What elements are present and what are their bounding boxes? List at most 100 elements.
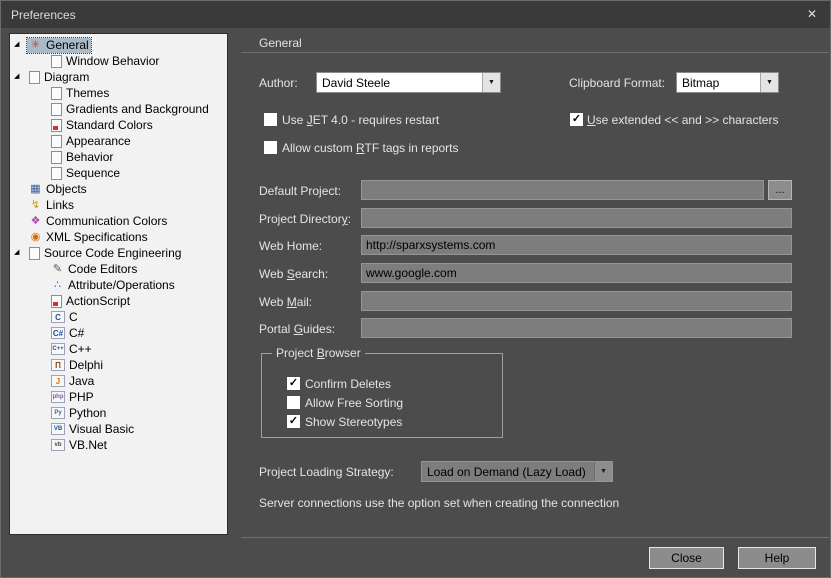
use-extended-checkbox[interactable]: ✓ [569, 112, 584, 127]
tree-item-label: Python [69, 406, 106, 420]
web-mail-label: Web Mail: [259, 295, 312, 309]
palette-icon: ❖ [29, 215, 42, 228]
tree-item-themes[interactable]: Themes [10, 85, 227, 101]
tree-item-visual-basic[interactable]: VBVisual Basic [10, 421, 227, 437]
confirm-deletes-checkbox[interactable]: ✓ [286, 376, 301, 391]
tree-item-source-code-engineering[interactable]: ◢ Source Code Engineering [10, 245, 227, 261]
document-icon [51, 55, 62, 68]
chevron-down-icon[interactable]: ▼ [482, 73, 500, 92]
tree-item-standard-colors[interactable]: Standard Colors [10, 117, 227, 133]
tree-item-label: Code Editors [68, 262, 137, 276]
clipboard-format-combobox[interactable]: Bitmap ▼ [676, 72, 779, 93]
show-stereotypes-checkbox[interactable]: ✓ [286, 414, 301, 429]
tree-row-content: Diagram [27, 70, 91, 85]
tree-item-delphi[interactable]: ΠDelphi [10, 357, 227, 373]
close-button[interactable]: Close [649, 547, 724, 569]
tree-item-label: Themes [66, 86, 109, 100]
default-project-input[interactable] [361, 180, 764, 200]
tree-item-label: Sequence [66, 166, 120, 180]
tree-item-links[interactable]: ↯Links [10, 197, 227, 213]
tree-item-appearance[interactable]: Appearance [10, 133, 227, 149]
tree-row-content: ΠDelphi [49, 358, 105, 373]
project-browser-group: Project Browser ✓ Confirm Deletes Allow … [261, 353, 503, 438]
web-search-input[interactable] [361, 263, 792, 283]
tree-item-label: C# [69, 326, 84, 340]
chevron-down-icon[interactable]: ▼ [594, 462, 612, 481]
tree-item-cpp[interactable]: C++C++ [10, 341, 227, 357]
tree-item-vbnet[interactable]: vbVB.Net [10, 437, 227, 453]
help-button[interactable]: Help [738, 547, 816, 569]
web-search-label: Web Search: [259, 267, 328, 281]
author-combobox[interactable]: David Steele ▼ [316, 72, 501, 93]
globe-icon: ◉ [29, 231, 42, 244]
tree-row-content: ∴Attribute/Operations [49, 278, 177, 293]
portal-guides-input[interactable] [361, 318, 792, 338]
web-mail-input[interactable] [361, 291, 792, 311]
tree-item-gradients[interactable]: Gradients and Background [10, 101, 227, 117]
tree-item-attribute-operations[interactable]: ∴Attribute/Operations [10, 277, 227, 293]
tree-row-content: C#C# [49, 326, 86, 341]
tree-expander[interactable]: ◢ [14, 69, 27, 85]
project-directory-label: Project Directory: [259, 212, 351, 226]
clipboard-format-label: Clipboard Format: [569, 76, 665, 90]
tree-item-code-editors[interactable]: ✎Code Editors [10, 261, 227, 277]
project-directory-input[interactable] [361, 208, 792, 228]
loading-strategy-label: Project Loading Strategy: [259, 465, 394, 479]
tree-item-csharp[interactable]: C#C# [10, 325, 227, 341]
tree-item-actionscript[interactable]: ActionScript [10, 293, 227, 309]
link-arrow-icon: ↯ [29, 199, 42, 212]
tree-row-content: Source Code Engineering [27, 246, 183, 261]
python-icon: Py [51, 407, 65, 419]
tree-item-label: Communication Colors [46, 214, 167, 228]
tree-item-label: Java [69, 374, 94, 388]
tree-item-behavior[interactable]: Behavior [10, 149, 227, 165]
web-home-input[interactable] [361, 235, 792, 255]
tree-item-sequence[interactable]: Sequence [10, 165, 227, 181]
window-title: Preferences [11, 8, 76, 22]
tree-item-label: Source Code Engineering [44, 246, 181, 260]
browse-button[interactable]: ... [768, 180, 792, 200]
tree-expander[interactable]: ◢ [14, 245, 27, 261]
allow-rtf-checkbox[interactable] [263, 140, 278, 155]
show-stereotypes-label: Show Stereotypes [305, 415, 402, 429]
tree-item-python[interactable]: Py Python [10, 405, 227, 421]
portal-guides-label: Portal Guides: [259, 322, 335, 336]
visual-basic-icon: VB [51, 423, 65, 435]
document-icon [29, 71, 40, 84]
author-value: David Steele [317, 73, 482, 92]
document-icon [51, 151, 62, 164]
tree-row-content: Themes [49, 86, 111, 101]
tree-item-php[interactable]: phpPHP [10, 389, 227, 405]
tree-item-general[interactable]: ◢✳General [10, 37, 227, 53]
tree-row-content: vbVB.Net [49, 438, 109, 453]
tree-item-window-behavior[interactable]: Window Behavior [10, 53, 227, 69]
tree-item-label: PHP [69, 390, 94, 404]
preferences-tree: ◢✳General Window Behavior ◢Diagram Theme… [9, 33, 228, 535]
use-jet-checkbox[interactable] [263, 112, 278, 127]
tree-row-content: ✳General [27, 38, 91, 53]
section-title: General [259, 36, 302, 50]
chevron-down-icon[interactable]: ▼ [760, 73, 778, 92]
allow-free-sorting-checkbox[interactable] [286, 395, 301, 410]
tree-row-content: CC [49, 310, 80, 325]
titlebar: Preferences ✕ [1, 1, 830, 28]
tree-item-diagram[interactable]: ◢Diagram [10, 69, 227, 85]
tree-item-c[interactable]: CC [10, 309, 227, 325]
tree-row-content: ◉XML Specifications [27, 230, 150, 245]
web-home-label: Web Home: [259, 239, 322, 253]
document-icon [29, 247, 40, 260]
tree-row-content: Appearance [49, 134, 133, 149]
tree-item-objects[interactable]: ▦Objects [10, 181, 227, 197]
grid-icon: ▦ [29, 183, 42, 196]
tree-item-xml-specifications[interactable]: ◉XML Specifications [10, 229, 227, 245]
loading-strategy-combobox[interactable]: Load on Demand (Lazy Load) ▼ [421, 461, 613, 482]
tree-row-content: Sequence [49, 166, 122, 181]
tree-item-label: ActionScript [66, 294, 130, 308]
close-icon[interactable]: ✕ [802, 6, 822, 23]
colors-document-icon [51, 119, 62, 132]
tree-item-communication-colors[interactable]: ❖ Communication Colors [10, 213, 227, 229]
tree-expander[interactable]: ◢ [14, 37, 27, 53]
tree-item-java[interactable]: JJava [10, 373, 227, 389]
document-icon [51, 103, 62, 116]
document-icon [51, 87, 62, 100]
